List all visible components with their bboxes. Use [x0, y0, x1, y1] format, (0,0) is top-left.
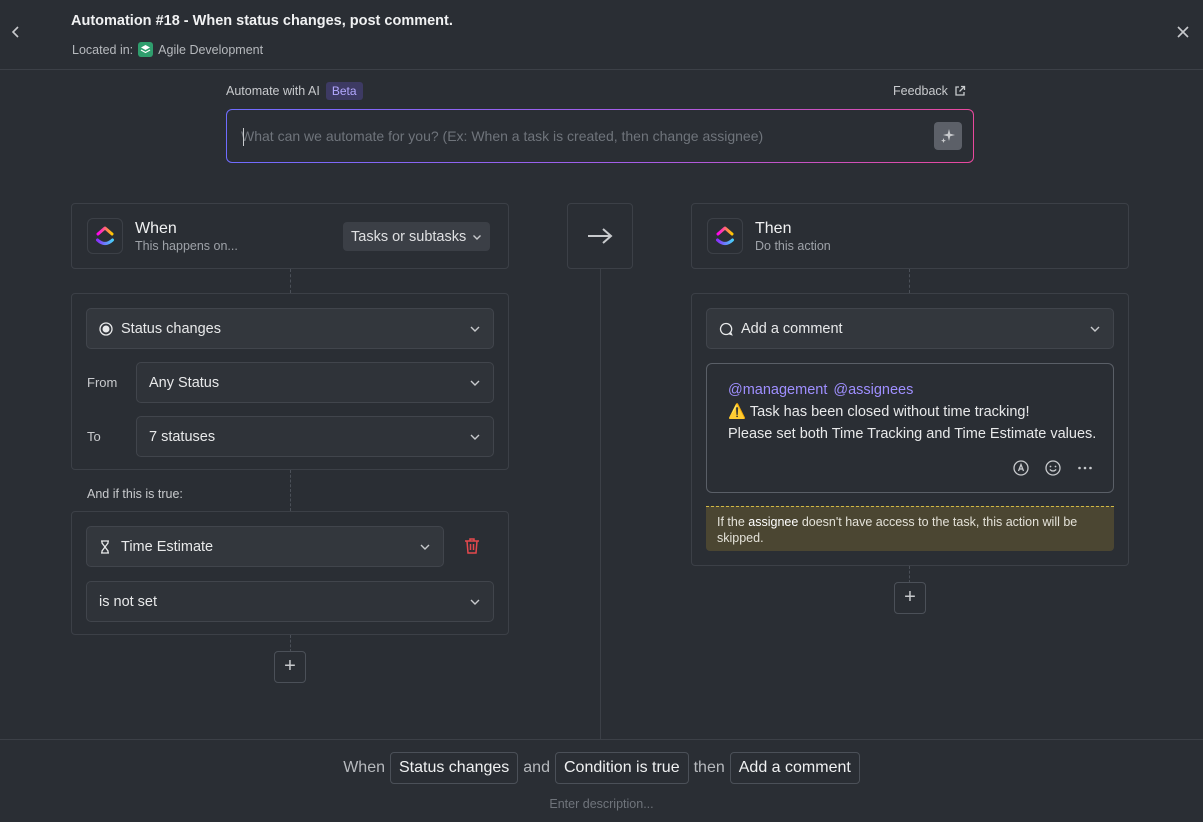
summary-condition-chip[interactable]: Condition is true — [554, 752, 689, 784]
action-label: Add a comment — [741, 320, 843, 337]
add-action-button[interactable]: + — [894, 582, 926, 614]
when-card: When This happens on... Tasks or subtask… — [71, 203, 509, 269]
mention-assignees[interactable]: @assignees — [833, 382, 913, 398]
then-title: Then — [755, 220, 792, 237]
ai-label-text: Automate with AI — [226, 84, 320, 98]
space-layers-icon — [138, 42, 154, 57]
connector-line — [290, 269, 291, 293]
feedback-label: Feedback — [893, 84, 948, 98]
mention-management[interactable]: @management — [728, 382, 827, 398]
connector-line — [290, 635, 291, 652]
center-divider — [600, 269, 601, 739]
to-label: To — [87, 429, 101, 444]
ai-input-frame — [226, 109, 974, 163]
chevron-down-icon — [470, 599, 480, 605]
comment-line-1: ⚠️ Task has been closed without time tra… — [728, 401, 1030, 423]
connector-line — [909, 566, 910, 583]
comment-text-2: Please set both Time Tracking and Time E… — [728, 426, 1097, 442]
from-status-select[interactable]: Any Status — [136, 362, 494, 403]
comment-bubble-icon — [719, 322, 733, 336]
automation-summary: When Status changes and Condition is tru… — [0, 752, 1203, 784]
arrow-connector — [567, 203, 633, 269]
chevron-down-icon — [470, 434, 480, 440]
scope-label: Tasks or subtasks — [351, 228, 467, 245]
then-card: Then Do this action — [691, 203, 1129, 269]
chevron-down-icon — [1090, 326, 1100, 332]
summary-when: When — [343, 759, 385, 776]
header — [0, 0, 1203, 70]
comment-text-1: Task has been closed without time tracki… — [749, 404, 1030, 420]
note-bold: assignee — [748, 515, 799, 529]
action-select[interactable]: Add a comment — [706, 308, 1114, 349]
clickup-logo-icon — [87, 218, 123, 254]
condition-field-select[interactable]: Time Estimate — [86, 526, 444, 567]
condition-operator-select[interactable]: is not set — [86, 581, 494, 622]
summary-and: and — [523, 759, 550, 776]
more-options-icon[interactable] — [1076, 459, 1094, 477]
from-value: Any Status — [149, 374, 220, 391]
close-icon[interactable] — [1172, 22, 1194, 44]
beta-badge: Beta — [325, 82, 363, 100]
feedback-link[interactable]: Feedback — [893, 84, 966, 98]
then-subtitle: Do this action — [755, 239, 831, 253]
description-input[interactable]: Enter description... — [0, 797, 1203, 811]
connector-line — [290, 470, 291, 511]
sparkle-icon — [941, 129, 955, 143]
hourglass-icon — [101, 539, 109, 554]
mention-at-icon[interactable] — [1012, 459, 1030, 477]
chevron-down-icon — [470, 380, 480, 386]
ai-prompt-input[interactable] — [241, 110, 931, 162]
text-caret — [243, 128, 244, 146]
condition-card: Time Estimate is not set — [71, 511, 509, 635]
scope-dropdown[interactable]: Tasks or subtasks — [343, 222, 491, 251]
connector-line — [909, 269, 910, 293]
when-title: When — [135, 220, 177, 237]
delete-condition-button[interactable] — [464, 537, 484, 557]
assignee-access-note: If the assignee doesn't have access to t… — [706, 506, 1114, 551]
ai-submit-button[interactable] — [934, 122, 962, 150]
condition-label: And if this is true: — [87, 487, 183, 501]
clickup-logo-icon — [707, 218, 743, 254]
mentions-row: @management @assignees — [728, 382, 913, 398]
emoji-icon[interactable] — [1044, 459, 1062, 477]
external-link-icon — [955, 85, 966, 96]
when-subtitle: This happens on... — [135, 239, 238, 253]
summary-action-chip[interactable]: Add a comment — [729, 752, 860, 784]
ai-label: Automate with AI Beta — [226, 82, 363, 100]
arrow-right-icon — [588, 228, 613, 244]
trigger-select[interactable]: Status changes — [86, 308, 494, 349]
chevron-down-icon — [473, 234, 482, 240]
location-breadcrumb: Located in: Agile Development — [72, 42, 263, 57]
chevron-down-icon — [470, 326, 480, 332]
condition-operator: is not set — [99, 593, 158, 610]
comment-editor[interactable]: @management @assignees ⚠️ Task has been … — [706, 363, 1114, 493]
condition-field: Time Estimate — [121, 538, 214, 555]
located-label: Located in: — [72, 42, 134, 57]
trigger-card: Status changes From Any Status To 7 stat… — [71, 293, 509, 470]
location-name[interactable]: Agile Development — [158, 43, 263, 57]
trigger-label: Status changes — [121, 320, 221, 337]
action-card: Add a comment @management @assignees ⚠️ … — [691, 293, 1129, 566]
back-chevron-icon[interactable] — [6, 22, 26, 44]
add-condition-button[interactable]: + — [274, 651, 306, 683]
status-radio-icon — [99, 321, 113, 336]
editor-toolbar — [1012, 459, 1094, 477]
summary-trigger-chip[interactable]: Status changes — [389, 752, 519, 784]
page-title: Automation #18 - When status changes, po… — [71, 13, 453, 29]
summary-then: then — [693, 759, 725, 776]
from-label: From — [87, 375, 118, 390]
chevron-down-icon — [420, 544, 430, 550]
warning-icon: ⚠️ — [728, 404, 747, 420]
to-value: 7 statuses — [149, 428, 216, 445]
to-status-select[interactable]: 7 statuses — [136, 416, 494, 457]
trash-icon — [465, 538, 479, 554]
note-prefix: If the — [717, 515, 745, 529]
